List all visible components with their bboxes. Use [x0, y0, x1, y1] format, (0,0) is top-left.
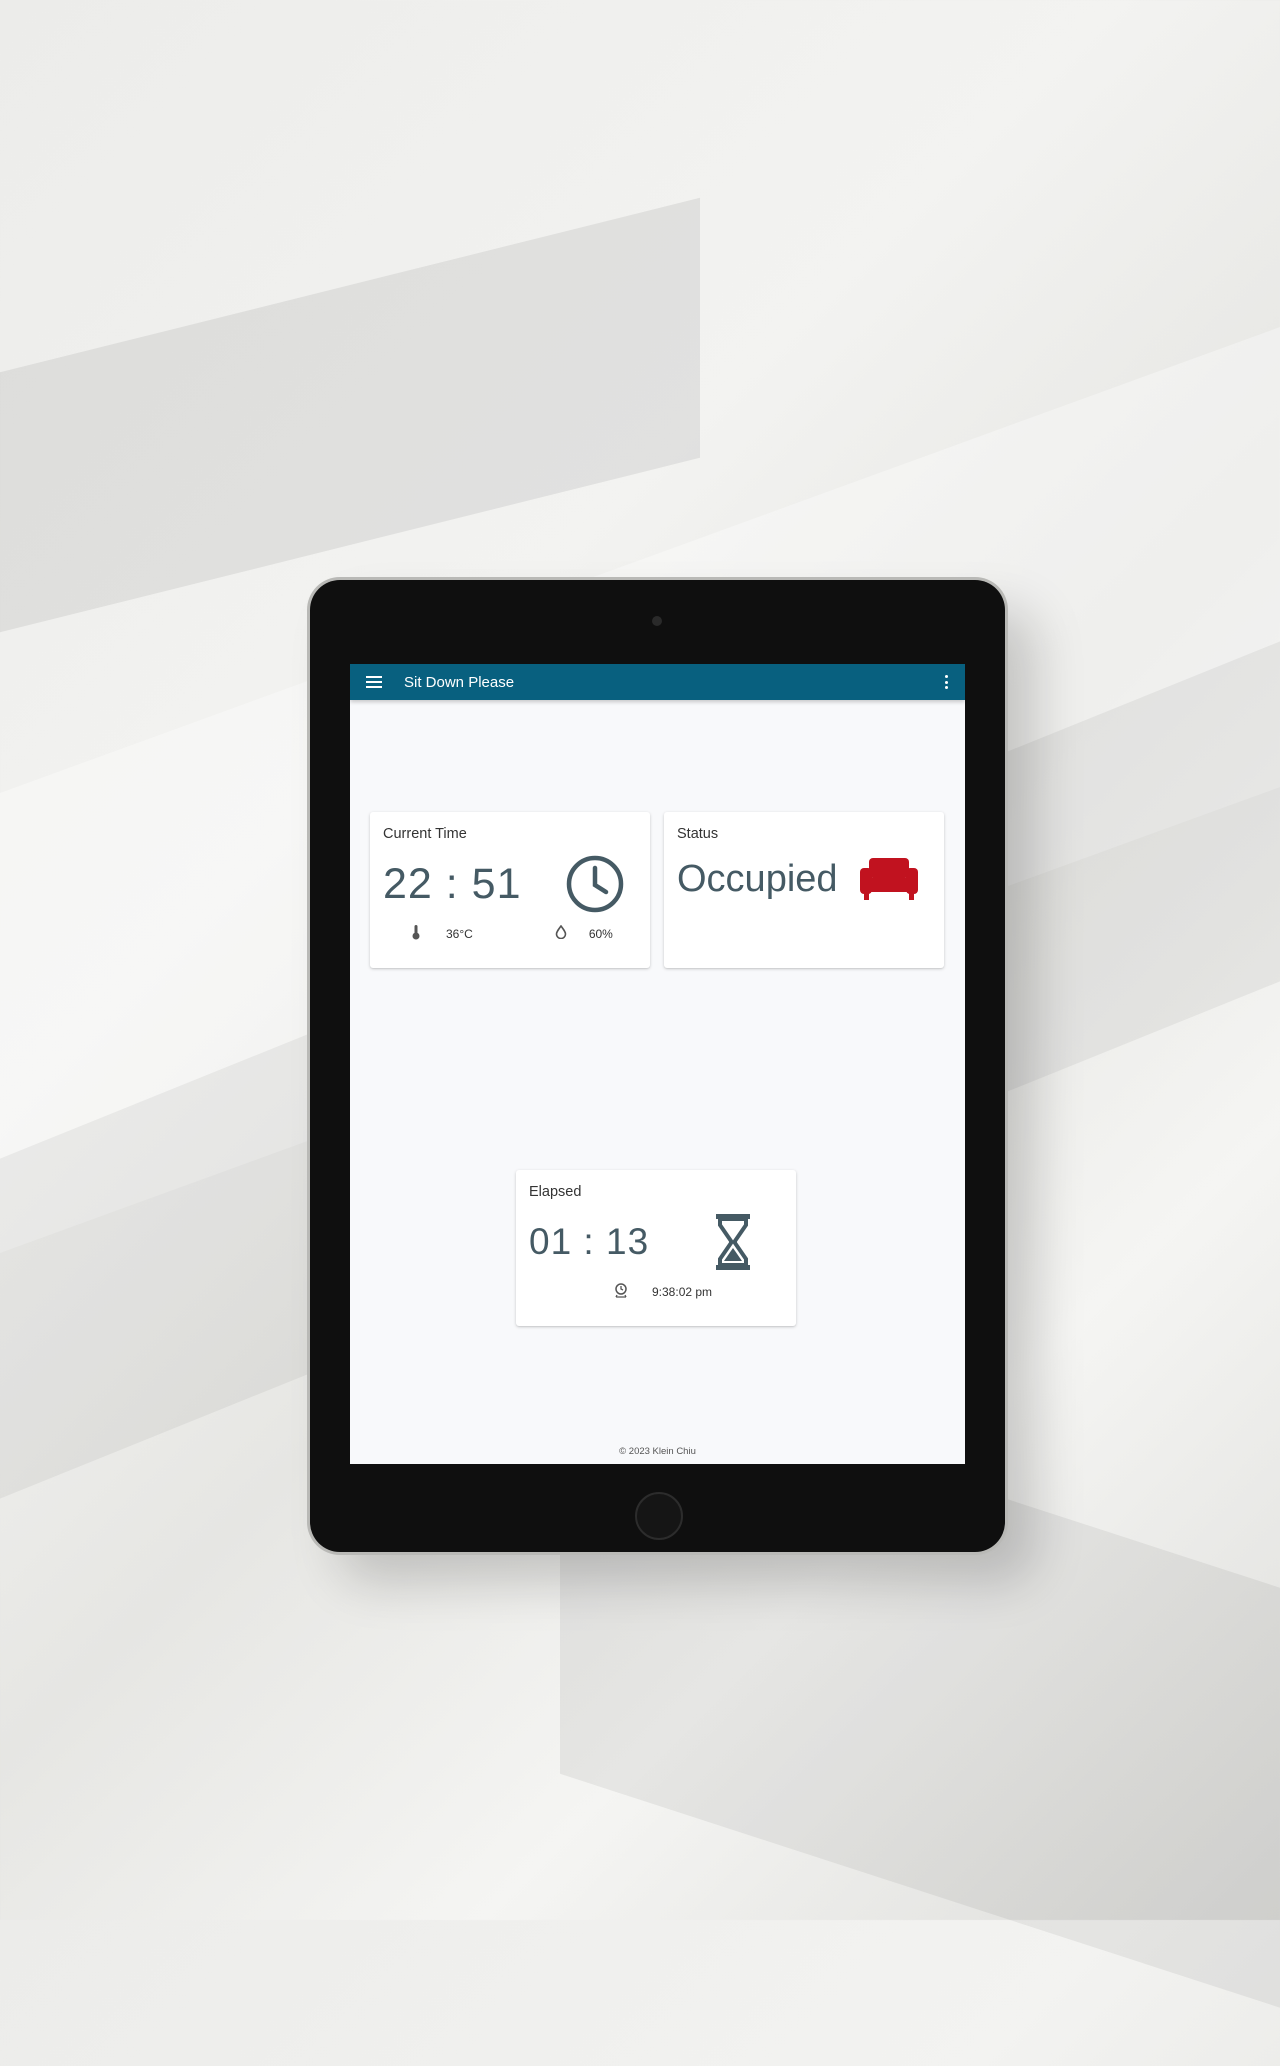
- current-time-value: 22 : 51: [383, 859, 522, 908]
- temperature-value: 36°C: [446, 926, 473, 941]
- status-card: Status Occupied: [664, 812, 944, 968]
- humidity-value: 60%: [588, 926, 613, 941]
- tablet-device: Sit Down Please Current Time 22 : 51 36°…: [310, 580, 1005, 1552]
- footer-copyright: © 2023 Klein Chiu: [619, 1446, 696, 1457]
- elapsed-card: Elapsed 01 : 13 9:38:02 pm: [516, 1170, 796, 1326]
- humidity-icon: [555, 924, 567, 942]
- card-title: Elapsed: [529, 1184, 582, 1200]
- status-value: Occupied: [677, 857, 838, 900]
- tablet-camera: [652, 616, 662, 626]
- app-title: Sit Down Please: [404, 673, 515, 691]
- card-title: Current Time: [383, 826, 467, 842]
- more-vertical-icon[interactable]: [945, 675, 949, 689]
- hamburger-menu-icon[interactable]: [366, 676, 382, 688]
- clock-icon: [566, 855, 624, 913]
- home-button[interactable]: [635, 1492, 683, 1540]
- card-title: Status: [677, 826, 719, 842]
- start-time-value: 9:38:02 pm: [652, 1284, 713, 1299]
- hourglass-icon: [716, 1214, 750, 1270]
- app-screen: Sit Down Please Current Time 22 : 51 36°…: [350, 664, 965, 1464]
- sofa-icon: [860, 858, 918, 900]
- thermometer-icon: [411, 924, 421, 943]
- current-time-card: Current Time 22 : 51 36°C 60%: [370, 812, 650, 968]
- app-bar: Sit Down Please: [350, 664, 965, 700]
- elapsed-value: 01 : 13: [529, 1221, 650, 1262]
- alarm-clock-icon: [614, 1282, 628, 1301]
